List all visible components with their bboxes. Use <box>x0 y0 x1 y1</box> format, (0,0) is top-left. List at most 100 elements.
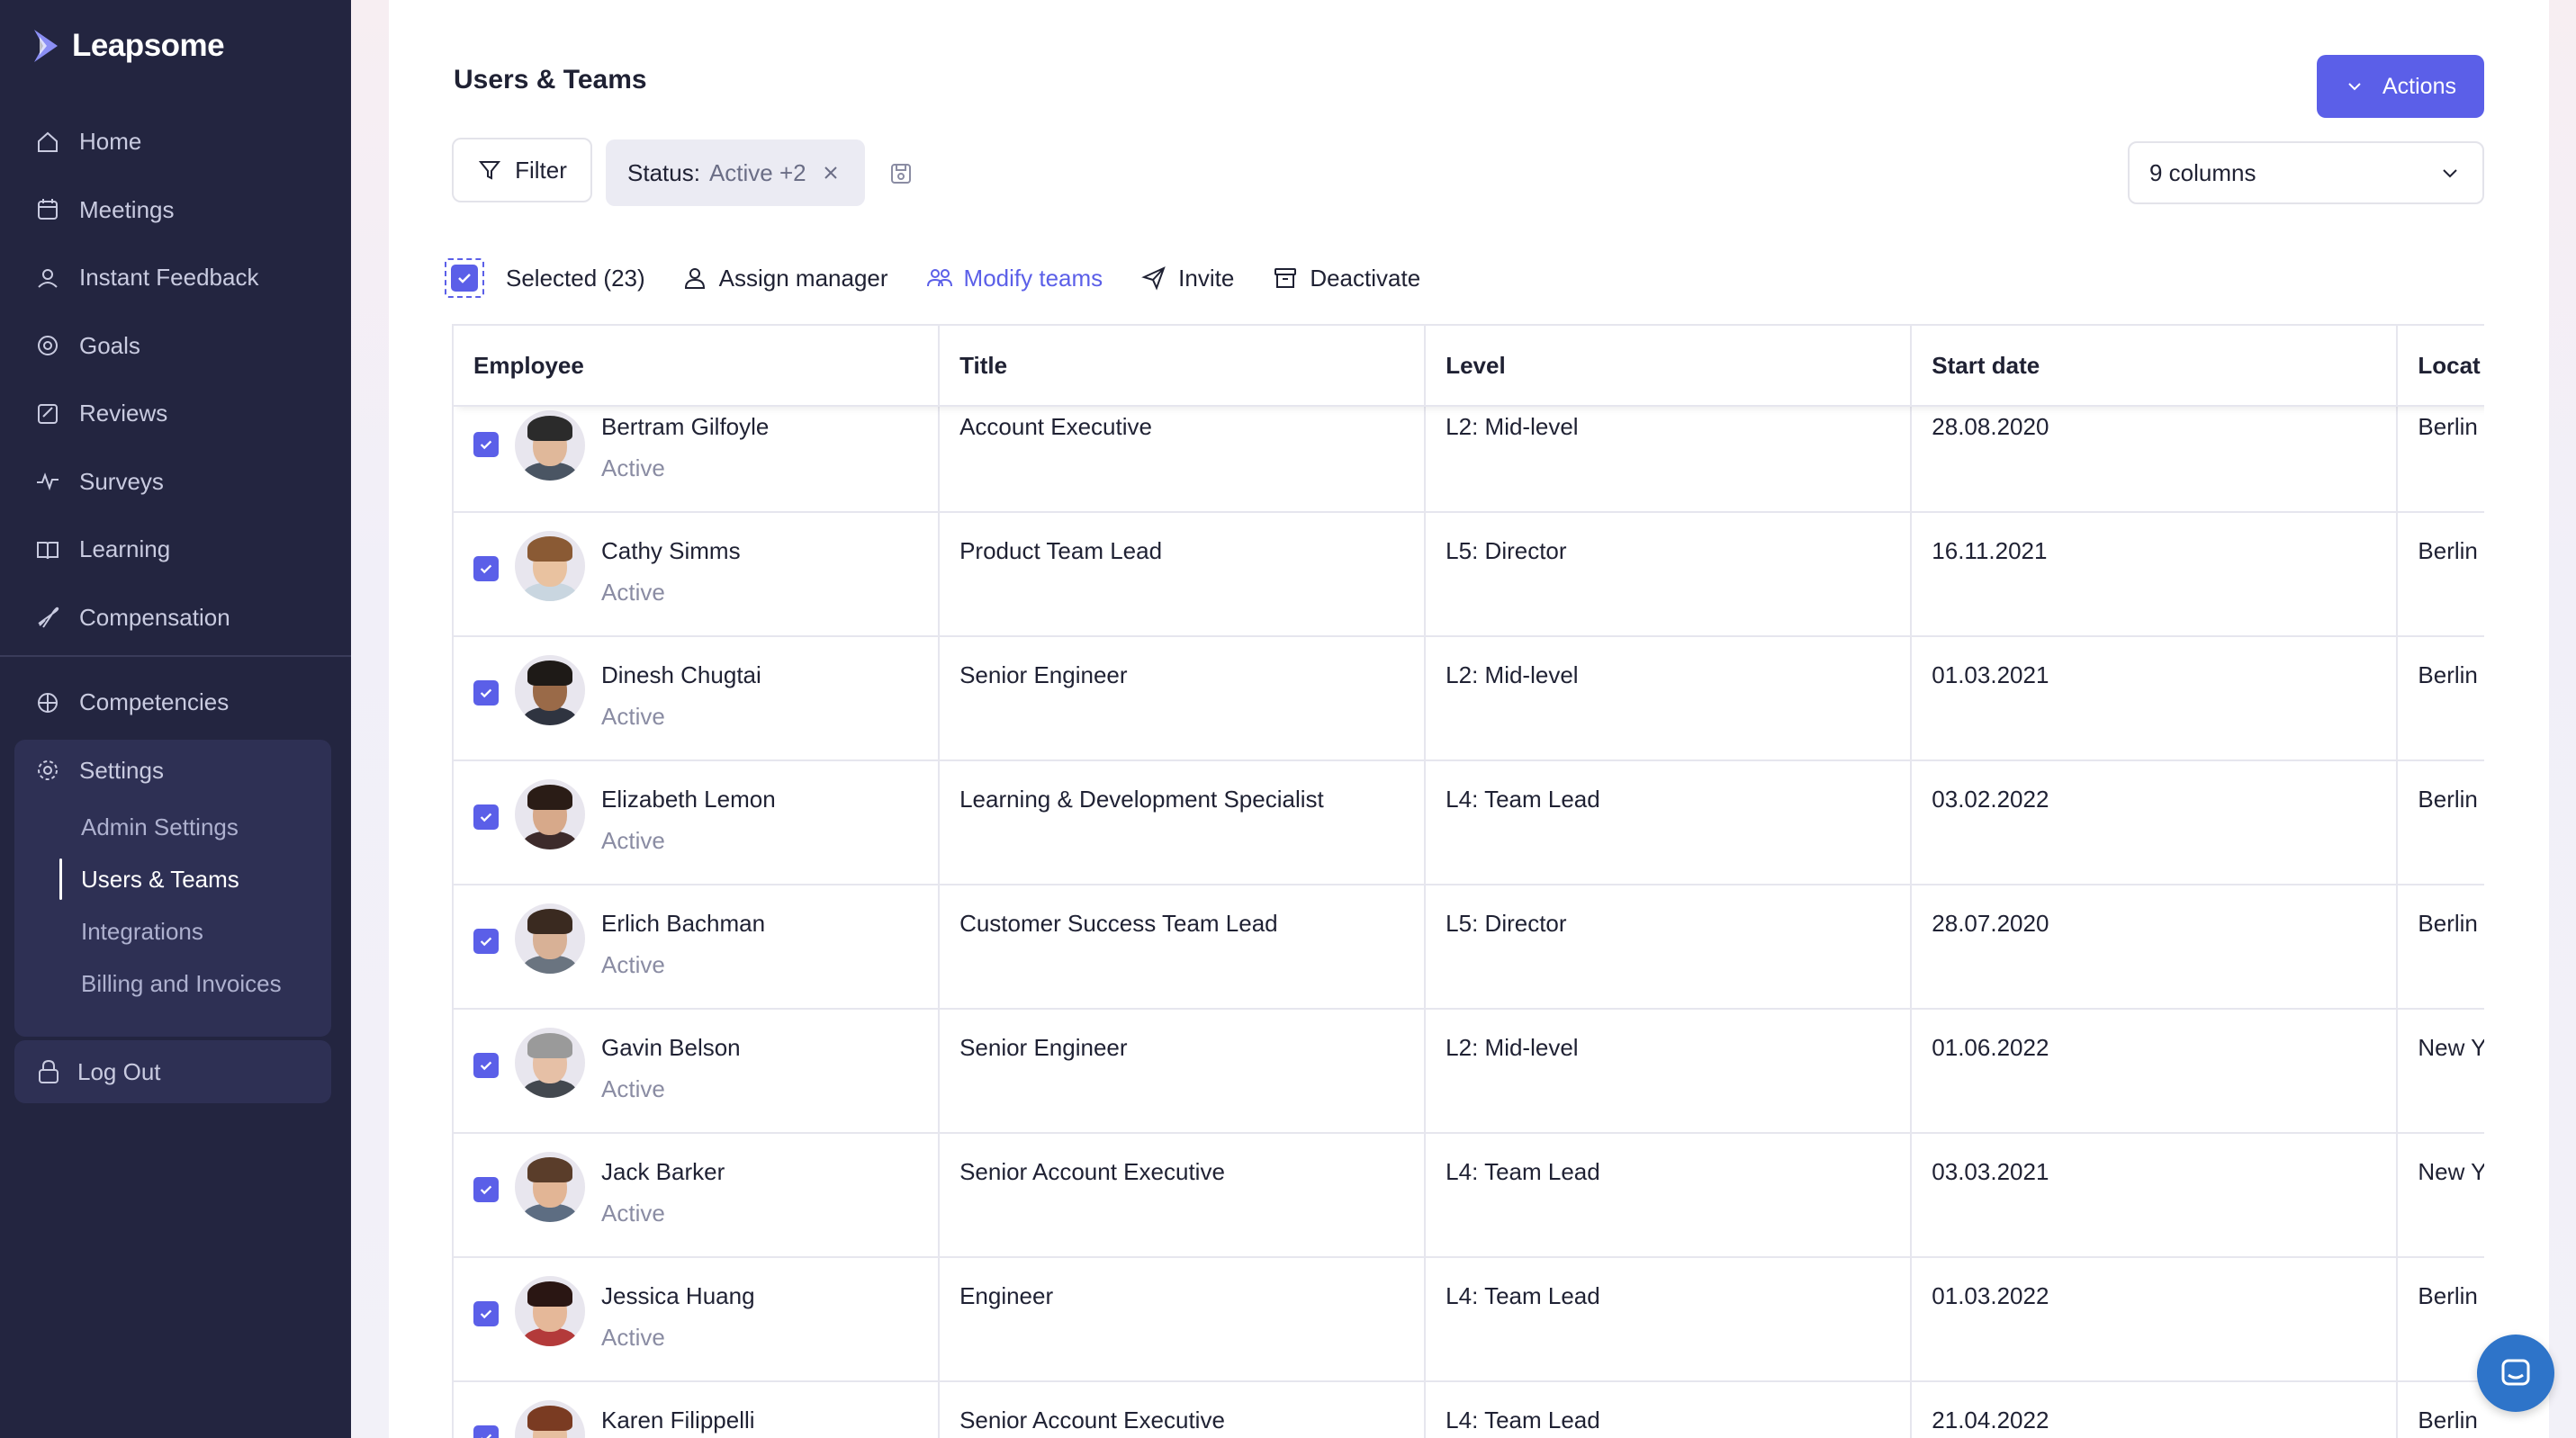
actions-button[interactable]: Actions <box>2317 55 2484 118</box>
row-checkbox[interactable] <box>473 804 499 830</box>
column-header-start-date[interactable]: Start date <box>1912 326 2399 405</box>
filter-button[interactable]: Filter <box>452 138 592 202</box>
employee-name[interactable]: Jessica Huang <box>601 1281 755 1310</box>
page-title: Users & Teams <box>454 65 647 94</box>
deactivate-button[interactable]: Deactivate <box>1272 265 1420 292</box>
sidebar-item-label: Goals <box>79 331 140 359</box>
employee-name[interactable]: Jack Barker <box>601 1157 725 1186</box>
status-chip-key: Status: <box>627 158 700 186</box>
row-checkbox[interactable] <box>473 929 499 954</box>
modify-teams-label: Modify teams <box>963 264 1103 292</box>
avatar[interactable] <box>515 531 585 601</box>
filter-label: Filter <box>515 156 567 184</box>
sidebar-item-learning[interactable]: Learning <box>0 516 351 584</box>
column-header-title[interactable]: Title <box>940 326 1427 405</box>
sidebar-item-instant-feedback[interactable]: Instant Feedback <box>0 244 351 312</box>
row-checkbox[interactable] <box>473 680 499 706</box>
employee-title: Senior Engineer <box>959 1034 1128 1061</box>
assign-manager-button[interactable]: Assign manager <box>681 265 888 292</box>
logout-button[interactable]: Log Out <box>14 1040 331 1103</box>
submenu-users-teams[interactable]: Users & Teams <box>45 853 331 905</box>
sidebar-nav: Home Meetings Instant Feedback Goals Rev… <box>0 108 351 652</box>
employee-name[interactable]: Dinesh Chugtai <box>601 661 761 689</box>
sidebar-item-label: Learning <box>79 535 171 563</box>
avatar[interactable] <box>515 779 585 849</box>
sidebar-settings-group: Settings Admin Settings Users & Teams In… <box>14 740 331 1037</box>
modify-teams-button[interactable]: Modify teams <box>926 265 1103 292</box>
start-date-cell: 16.11.2021 <box>1912 513 2399 635</box>
employee-location: Berlin <box>2418 1407 2478 1434</box>
column-header-employee[interactable]: Employee <box>454 326 941 405</box>
sidebar-item-competencies[interactable]: Competencies <box>0 669 351 737</box>
row-checkbox[interactable] <box>473 1301 499 1326</box>
save-filter-icon[interactable] <box>887 160 914 187</box>
location-cell: Berlin <box>2398 761 2484 884</box>
row-checkbox[interactable] <box>473 432 499 457</box>
column-header-level[interactable]: Level <box>1426 326 1913 405</box>
home-icon <box>38 131 58 152</box>
level-cell: L5: Director <box>1426 513 1913 635</box>
row-checkbox[interactable] <box>473 1425 499 1438</box>
start-date-cell: 28.08.2020 <box>1912 405 2399 511</box>
send-icon <box>1141 266 1166 291</box>
title-cell: Learning & Development Specialist <box>940 761 1427 884</box>
sidebar-item-home[interactable]: Home <box>0 108 351 176</box>
table-row[interactable]: Bertram Gilfoyle Active Account Executiv… <box>454 405 2484 513</box>
invite-button[interactable]: Invite <box>1140 265 1234 292</box>
submenu-integrations[interactable]: Integrations <box>45 905 331 957</box>
chevron-down-icon <box>2348 83 2361 91</box>
gear-icon <box>38 760 58 780</box>
avatar[interactable] <box>515 1400 585 1438</box>
submenu-admin-settings[interactable]: Admin Settings <box>45 801 331 853</box>
submenu-billing-invoices[interactable]: Billing and Invoices <box>45 957 331 1010</box>
sidebar-item-label: Competencies <box>79 688 230 716</box>
employee-name[interactable]: Bertram Gilfoyle <box>601 412 769 441</box>
row-checkbox[interactable] <box>473 1177 499 1202</box>
brand-logo[interactable]: Leapsome <box>31 25 225 67</box>
row-checkbox[interactable] <box>473 556 499 581</box>
sidebar-item-reviews[interactable]: Reviews <box>0 380 351 448</box>
employee-name[interactable]: Erlich Bachman <box>601 909 765 938</box>
table-row[interactable]: Jack Barker Active Senior Account Execut… <box>454 1134 2484 1258</box>
employee-name[interactable]: Cathy Simms <box>601 536 741 565</box>
sidebar-item-settings[interactable]: Settings <box>14 740 331 801</box>
avatar[interactable] <box>515 410 585 481</box>
sidebar-item-goals[interactable]: Goals <box>0 312 351 381</box>
table-row[interactable]: Gavin Belson Active Senior Engineer L2: … <box>454 1010 2484 1134</box>
table-row[interactable]: Cathy Simms Active Product Team Lead L5:… <box>454 513 2484 637</box>
sidebar-item-surveys[interactable]: Surveys <box>0 448 351 517</box>
sidebar-item-compensation[interactable]: Compensation <box>0 584 351 652</box>
avatar[interactable] <box>515 1276 585 1346</box>
surveys-icon <box>37 472 59 491</box>
table-row[interactable]: Karen Filippelli Senior Account Executiv… <box>454 1382 2484 1438</box>
column-header-location[interactable]: Locat <box>2398 326 2484 405</box>
employee-name[interactable]: Gavin Belson <box>601 1033 741 1062</box>
avatar[interactable] <box>515 903 585 974</box>
table-row[interactable]: Erlich Bachman Active Customer Success T… <box>454 885 2484 1010</box>
level-cell: L5: Director <box>1426 885 1913 1008</box>
avatar-hair <box>527 1281 572 1307</box>
employee-level: L5: Director <box>1446 910 1567 937</box>
employee-name[interactable]: Elizabeth Lemon <box>601 785 776 813</box>
avatar[interactable] <box>515 1152 585 1222</box>
status-filter-chip[interactable]: Status: Active +2 <box>606 139 865 206</box>
close-icon[interactable] <box>821 163 841 183</box>
columns-select[interactable]: 9 columns <box>2128 141 2484 204</box>
employee-title: Customer Success Team Lead <box>959 910 1278 937</box>
table-row[interactable]: Elizabeth Lemon Active Learning & Develo… <box>454 761 2484 885</box>
table-row[interactable]: Dinesh Chugtai Active Senior Engineer L2… <box>454 637 2484 761</box>
avatar[interactable] <box>515 655 585 725</box>
avatar[interactable] <box>515 1028 585 1098</box>
employee-cell: Jack Barker Active <box>454 1134 941 1256</box>
selected-count: Selected (23) <box>506 264 645 292</box>
meetings-icon <box>38 199 58 220</box>
brand-name: Leapsome <box>72 28 225 63</box>
employee-name[interactable]: Karen Filippelli <box>601 1406 755 1434</box>
employee-info: Elizabeth Lemon Active <box>601 785 776 855</box>
table-row[interactable]: Jessica Huang Active Engineer L4: Team L… <box>454 1258 2484 1382</box>
chat-support-button[interactable] <box>2477 1335 2554 1412</box>
row-checkbox[interactable] <box>473 1053 499 1078</box>
select-all-checkbox[interactable] <box>445 258 484 298</box>
sidebar-item-meetings[interactable]: Meetings <box>0 176 351 245</box>
deactivate-label: Deactivate <box>1310 264 1421 292</box>
